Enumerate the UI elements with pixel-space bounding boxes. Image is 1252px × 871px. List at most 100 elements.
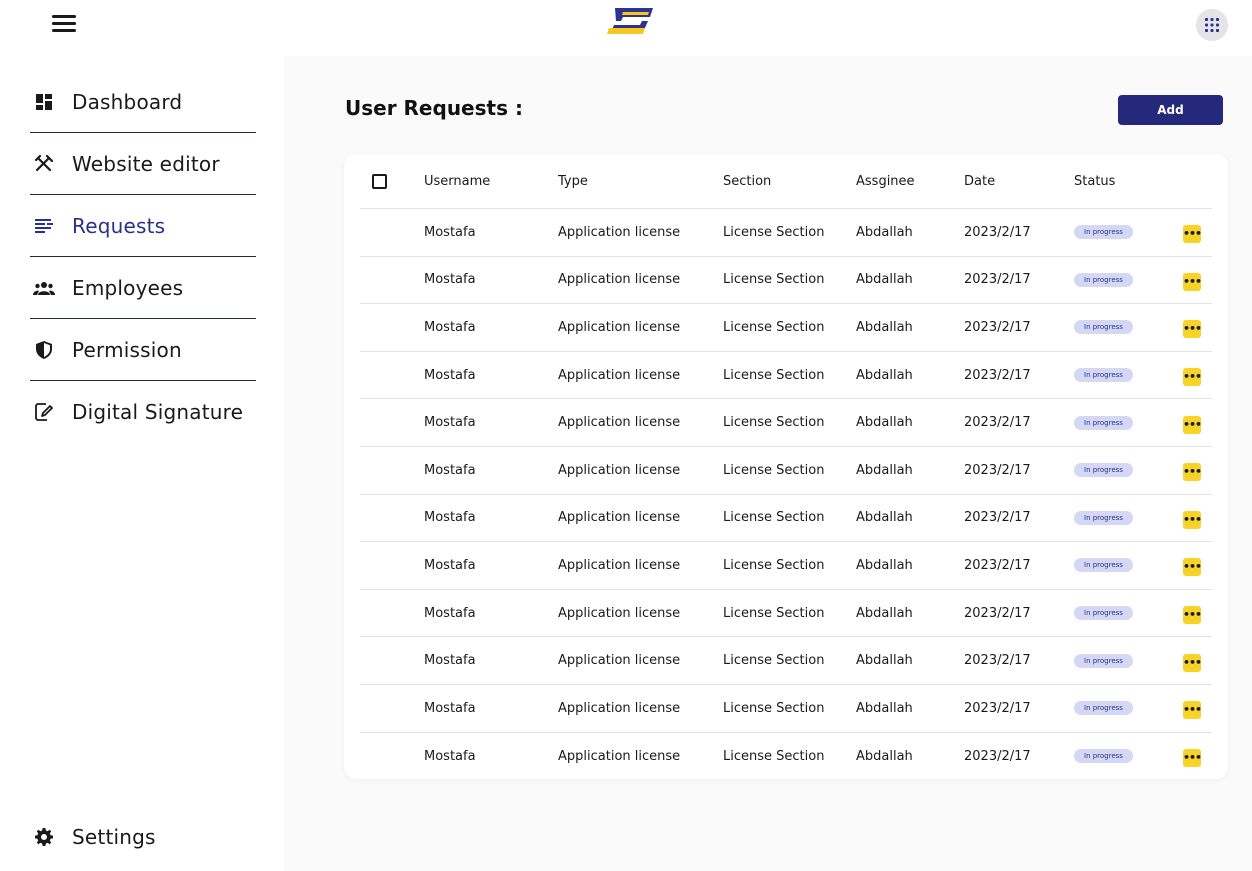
cell-section: License Section bbox=[723, 415, 825, 431]
more-icon: ••• bbox=[1182, 274, 1202, 288]
more-icon: ••• bbox=[1182, 370, 1202, 384]
row-actions-button[interactable]: ••• bbox=[1182, 415, 1202, 434]
row-actions-button[interactable]: ••• bbox=[1182, 225, 1202, 244]
table-row[interactable]: Mostafa Application license License Sectio… bbox=[360, 495, 1212, 543]
table-row[interactable]: Mostafa Application license License Sectio… bbox=[360, 685, 1212, 733]
sidebar-item-label: Dashboard bbox=[72, 89, 183, 114]
cell-date: 2023/2/17 bbox=[964, 319, 1031, 335]
cell-assignee: Abdallah bbox=[856, 319, 913, 335]
cell-section: License Section bbox=[723, 462, 825, 478]
row-actions-button[interactable]: ••• bbox=[1182, 558, 1202, 577]
cell-type: Application license bbox=[558, 367, 681, 383]
more-icon: ••• bbox=[1182, 655, 1202, 669]
sidebar-item-employees[interactable]: Employees bbox=[30, 257, 256, 319]
add-button[interactable]: Add bbox=[1118, 95, 1223, 125]
more-icon: ••• bbox=[1182, 751, 1202, 765]
cell-username: Mostafa bbox=[424, 272, 476, 288]
cell-username: Mostafa bbox=[424, 367, 476, 383]
sidebar-item-label: Permission bbox=[72, 337, 182, 362]
more-icon: ••• bbox=[1182, 465, 1202, 479]
cell-type: Application license bbox=[558, 653, 681, 669]
row-actions-button[interactable]: ••• bbox=[1182, 320, 1202, 339]
table-row[interactable]: Mostafa Application license License Sectio… bbox=[360, 733, 1212, 781]
cell-date: 2023/2/17 bbox=[964, 462, 1031, 478]
hamburger-menu-icon[interactable] bbox=[52, 14, 76, 34]
cell-username: Mostafa bbox=[424, 462, 476, 478]
cell-date: 2023/2/17 bbox=[964, 653, 1031, 669]
column-header-section[interactable]: Section bbox=[723, 154, 771, 208]
row-actions-button[interactable]: ••• bbox=[1182, 653, 1202, 672]
cell-date: 2023/2/17 bbox=[964, 557, 1031, 573]
column-header-type[interactable]: Type bbox=[558, 154, 588, 208]
table-row[interactable]: Mostafa Application license License Sectio… bbox=[360, 304, 1212, 352]
cell-section: License Section bbox=[723, 557, 825, 573]
row-actions-button[interactable]: ••• bbox=[1183, 701, 1202, 720]
row-actions-button[interactable]: ••• bbox=[1183, 510, 1202, 529]
column-header-assignee[interactable]: Assginee bbox=[856, 154, 915, 208]
status-badge: In progress bbox=[1074, 510, 1133, 525]
column-header-status[interactable]: Status bbox=[1074, 154, 1115, 208]
dashboard-icon bbox=[32, 90, 56, 114]
table-row[interactable]: Mostafa Application license License Sectio… bbox=[360, 590, 1212, 638]
cell-section: License Section bbox=[723, 510, 825, 526]
employees-icon bbox=[32, 276, 56, 300]
cell-section: License Section bbox=[723, 748, 825, 764]
cell-assignee: Abdallah bbox=[856, 272, 913, 288]
sidebar-item-label: Requests bbox=[72, 213, 166, 238]
status-badge: In progress bbox=[1074, 653, 1133, 668]
cell-section: License Section bbox=[723, 319, 825, 335]
select-all-checkbox[interactable] bbox=[372, 173, 387, 189]
shield-icon bbox=[32, 338, 56, 362]
more-icon: ••• bbox=[1182, 560, 1202, 574]
table-row[interactable]: Mostafa Application license License Sectio… bbox=[360, 637, 1212, 685]
sidebar-item-requests[interactable]: Requests bbox=[30, 195, 256, 257]
cell-type: Application license bbox=[558, 319, 681, 335]
column-header-username[interactable]: Username bbox=[424, 154, 490, 208]
table-row[interactable]: Mostafa Application license License Sectio… bbox=[360, 257, 1212, 305]
cell-section: License Section bbox=[723, 367, 825, 383]
cell-username: Mostafa bbox=[424, 557, 476, 573]
table-row[interactable]: Mostafa Application license License Sectio… bbox=[360, 447, 1212, 495]
sidebar-item-settings[interactable]: Settings bbox=[30, 806, 256, 868]
cell-date: 2023/2/17 bbox=[964, 700, 1031, 716]
sidebar-item-digital-signature[interactable]: Digital Signature bbox=[30, 381, 256, 443]
status-badge: In progress bbox=[1074, 606, 1133, 621]
cell-username: Mostafa bbox=[424, 748, 476, 764]
cell-type: Application license bbox=[558, 605, 681, 621]
row-actions-button[interactable]: ••• bbox=[1182, 368, 1202, 387]
cell-assignee: Abdallah bbox=[856, 605, 913, 621]
more-icon: ••• bbox=[1182, 417, 1202, 431]
table-row[interactable]: Mostafa Application license License Sectio… bbox=[360, 542, 1212, 590]
cell-assignee: Abdallah bbox=[856, 510, 913, 526]
table-row[interactable]: Mostafa Application license License Sectio… bbox=[360, 399, 1212, 447]
column-header-date[interactable]: Date bbox=[964, 154, 995, 208]
cell-username: Mostafa bbox=[424, 415, 476, 431]
more-icon: ••• bbox=[1182, 227, 1202, 241]
cell-username: Mostafa bbox=[424, 319, 476, 335]
row-actions-button[interactable]: ••• bbox=[1182, 606, 1202, 625]
cell-username: Mostafa bbox=[424, 510, 476, 526]
more-icon: ••• bbox=[1182, 322, 1202, 336]
cell-type: Application license bbox=[558, 700, 681, 716]
status-badge: In progress bbox=[1074, 272, 1133, 287]
status-badge: In progress bbox=[1074, 225, 1133, 240]
row-actions-button[interactable]: ••• bbox=[1182, 749, 1202, 768]
sidebar-item-label: Website editor bbox=[72, 151, 220, 176]
row-actions-button[interactable]: ••• bbox=[1182, 463, 1202, 482]
table-row[interactable]: Mostafa Application license License Sectio… bbox=[360, 209, 1212, 257]
status-badge: In progress bbox=[1074, 368, 1133, 383]
cell-assignee: Abdallah bbox=[856, 415, 913, 431]
cell-date: 2023/2/17 bbox=[964, 272, 1031, 288]
row-actions-button[interactable]: ••• bbox=[1182, 272, 1202, 291]
status-badge: In progress bbox=[1074, 463, 1133, 478]
status-badge: In progress bbox=[1074, 415, 1133, 430]
cell-assignee: Abdallah bbox=[856, 748, 913, 764]
more-icon: ••• bbox=[1182, 608, 1202, 622]
table-row[interactable]: Mostafa Application license License Sectio… bbox=[360, 352, 1212, 400]
status-badge: In progress bbox=[1074, 749, 1133, 764]
sidebar-item-permission[interactable]: Permission bbox=[30, 319, 256, 381]
sidebar-item-dashboard[interactable]: Dashboard bbox=[30, 71, 256, 133]
sidebar-item-website-editor[interactable]: Website editor bbox=[30, 133, 256, 195]
cell-assignee: Abdallah bbox=[856, 700, 913, 716]
apps-grid-icon[interactable] bbox=[1196, 9, 1228, 41]
